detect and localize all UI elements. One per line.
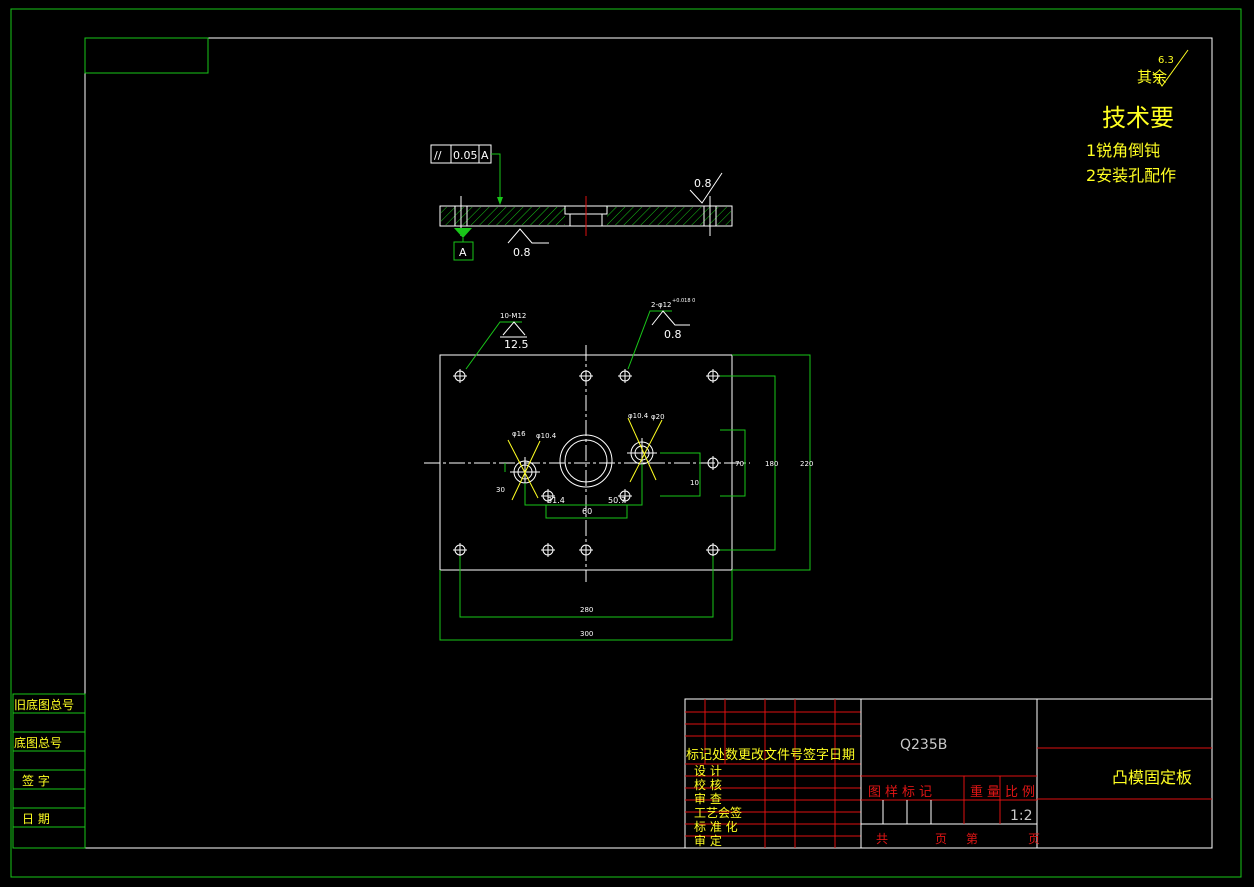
svg-text:10-M12: 10-M12 bbox=[500, 312, 526, 320]
role-review: 审 查 bbox=[694, 791, 722, 806]
tech-requirement-1: 1锐角倒钝 bbox=[1086, 141, 1160, 160]
svg-text:A: A bbox=[459, 246, 467, 259]
side-label-date: 日 期 bbox=[22, 812, 50, 826]
svg-text:280: 280 bbox=[580, 606, 593, 614]
surface-finish-note: 6.3 其余 bbox=[1137, 49, 1189, 87]
plan-view: 10-M12 12.5 2-φ12 +0.018 0 0.8 φ16 φ10.4… bbox=[424, 298, 813, 641]
svg-text:φ16: φ16 bbox=[512, 430, 526, 438]
sheet-no-label: 第 bbox=[966, 832, 978, 846]
svg-text:φ20: φ20 bbox=[651, 413, 665, 421]
svg-text:+0.018 0: +0.018 0 bbox=[672, 298, 695, 304]
datum-a: A bbox=[453, 228, 474, 261]
svg-text:其余: 其余 bbox=[1137, 68, 1167, 86]
svg-text:70: 70 bbox=[735, 460, 744, 468]
svg-text:30: 30 bbox=[496, 486, 505, 494]
scale-value: 1:2 bbox=[1010, 808, 1033, 824]
svg-text:50.7: 50.7 bbox=[608, 496, 626, 505]
side-label-drawing-no: 底图总号 bbox=[14, 735, 62, 750]
svg-text:2-φ12: 2-φ12 bbox=[651, 301, 672, 309]
dimensions: 30 31.4 50.7 60 10 70 180 220 280 300 bbox=[439, 354, 813, 641]
title-block: 标记处数更改文件号签字日期 设 计 校 核 审 查 工艺会签 标 准 化 审 定… bbox=[684, 698, 1213, 849]
svg-text:31.4: 31.4 bbox=[547, 496, 565, 505]
svg-text:220: 220 bbox=[800, 460, 813, 468]
svg-text://: // bbox=[434, 149, 442, 162]
side-label-signature: 签 字 bbox=[22, 773, 50, 788]
svg-text:12.5: 12.5 bbox=[504, 338, 529, 351]
svg-text:0.8: 0.8 bbox=[694, 177, 712, 190]
roughness-top-right: 0.8 bbox=[689, 172, 723, 204]
svg-text:6.3: 6.3 bbox=[1158, 55, 1174, 66]
drawing-mark-header: 图样标记 bbox=[868, 785, 936, 800]
revision-grid: 标记处数更改文件号签字日期 设 计 校 核 审 查 工艺会签 标 准 化 审 定 bbox=[685, 699, 862, 848]
svg-text:180: 180 bbox=[765, 460, 778, 468]
scale-label: 比例 bbox=[1005, 785, 1039, 800]
role-check: 校 核 bbox=[694, 777, 722, 792]
sheet-no-unit: 页 bbox=[1028, 832, 1040, 846]
revision-header: 标记处数更改文件号签字日期 bbox=[686, 747, 855, 763]
svg-text:300: 300 bbox=[580, 630, 593, 638]
weight-label: 重量 bbox=[970, 784, 1004, 800]
role-process: 工艺会签 bbox=[694, 805, 742, 820]
outer-border bbox=[10, 8, 1242, 878]
sheets-total-label: 共 bbox=[876, 832, 888, 846]
svg-text:φ10.4: φ10.4 bbox=[628, 412, 649, 420]
svg-text:A: A bbox=[481, 149, 489, 162]
sheets-total-unit: 页 bbox=[935, 832, 947, 846]
role-design: 设 计 bbox=[694, 764, 722, 778]
cad-drawing-canvas: 旧底图总号 底图总号 签 字 日 期 6.3 其余 技术要 1锐角倒钝 2安装孔… bbox=[10, 8, 1242, 878]
svg-text:φ10.4: φ10.4 bbox=[536, 432, 557, 440]
side-label-old-drawing-no: 旧底图总号 bbox=[14, 697, 74, 712]
roughness-bottom: 0.8 bbox=[507, 228, 549, 259]
inner-border bbox=[84, 37, 1213, 849]
tolerance-frame: // 0.05 A bbox=[430, 144, 503, 205]
material-value: Q235B bbox=[900, 737, 947, 753]
role-approve: 审 定 bbox=[694, 833, 722, 848]
svg-text:0.05: 0.05 bbox=[453, 149, 478, 162]
tech-requirement-2: 2安装孔配作 bbox=[1086, 166, 1176, 185]
hole-callout-right: 2-φ12 +0.018 0 0.8 bbox=[627, 298, 695, 370]
side-label-strip: 旧底图总号 底图总号 签 字 日 期 bbox=[12, 693, 86, 849]
tech-requirements-title: 技术要 bbox=[1102, 104, 1174, 132]
svg-text:10: 10 bbox=[690, 479, 699, 487]
svg-text:60: 60 bbox=[582, 507, 592, 516]
top-left-box bbox=[84, 37, 209, 74]
role-standard: 标 准 化 bbox=[694, 820, 738, 834]
tech-requirements: 技术要 1锐角倒钝 2安装孔配作 bbox=[1086, 104, 1176, 185]
svg-text:0.8: 0.8 bbox=[664, 328, 682, 341]
hole-callout-left: 10-M12 12.5 bbox=[465, 312, 529, 370]
part-name: 凸模固定板 bbox=[1112, 768, 1192, 787]
section-view: // 0.05 A A 0.8 0.8 bbox=[430, 144, 733, 261]
svg-text:0.8: 0.8 bbox=[513, 246, 531, 259]
